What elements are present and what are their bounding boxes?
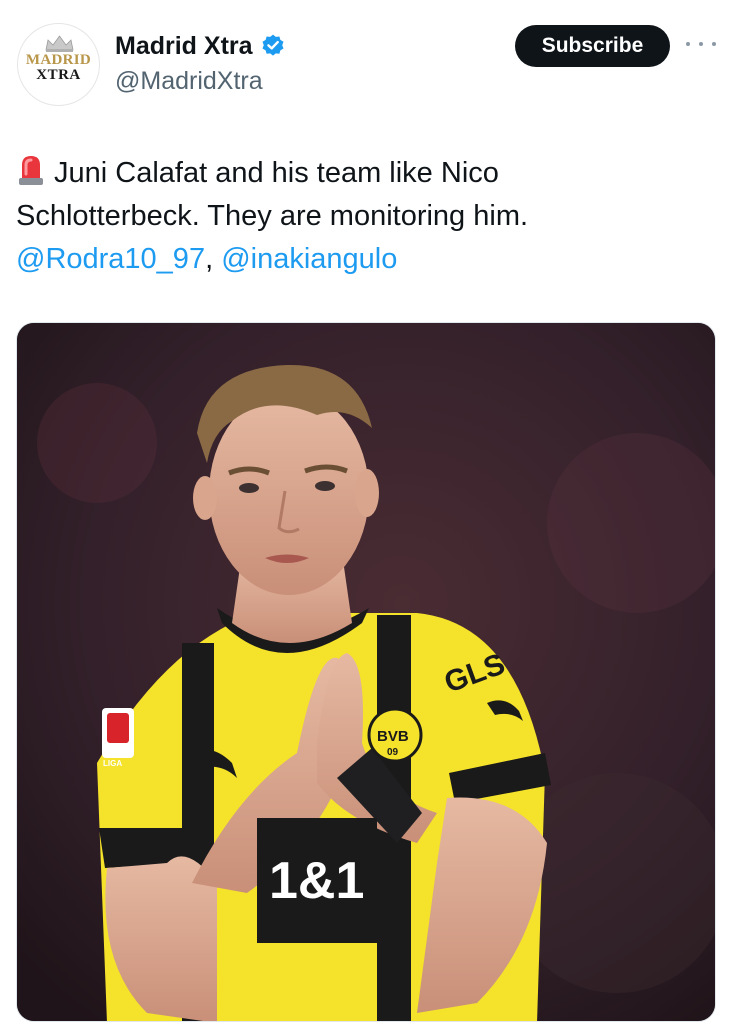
avatar-logo-line-2: XTRA bbox=[36, 67, 81, 83]
police-light-siren-icon bbox=[19, 156, 43, 185]
mention-separator: , bbox=[205, 243, 222, 275]
tweet-line-1: Juni Calafat and his team like Nico bbox=[16, 152, 716, 195]
subscribe-button[interactable]: Subscribe bbox=[515, 25, 670, 67]
tweet-text-line-1: Juni Calafat and his team like Nico bbox=[54, 157, 499, 189]
tweet-photo[interactable]: 1&1 BVB 09 GLS LIGA bbox=[16, 322, 716, 1022]
svg-text:09: 09 bbox=[387, 747, 399, 758]
verified-badge-icon bbox=[262, 34, 284, 56]
svg-text:1&1: 1&1 bbox=[269, 852, 364, 910]
author-display-name[interactable]: Madrid Xtra bbox=[115, 32, 253, 61]
tweet-mentions: @Rodra10_97, @inakiangulo bbox=[16, 238, 716, 281]
tweet-text-line-2: Schlotterbeck. They are monitoring him. bbox=[16, 200, 529, 232]
mention-inakiangulo[interactable]: @inakiangulo bbox=[221, 243, 397, 275]
tweet-text: Juni Calafat and his team like Nico Schl… bbox=[16, 152, 716, 281]
svg-text:LIGA: LIGA bbox=[103, 759, 122, 768]
svg-text:BVB: BVB bbox=[377, 728, 409, 745]
footballer-photo-illustration: 1&1 BVB 09 GLS LIGA bbox=[17, 323, 715, 1021]
more-options-icon[interactable] bbox=[686, 32, 716, 56]
author-avatar[interactable]: MADRID XTRA bbox=[17, 23, 100, 106]
author-handle[interactable]: @MadridXtra bbox=[115, 67, 263, 96]
mention-rodra[interactable]: @Rodra10_97 bbox=[16, 243, 205, 275]
author-name-row[interactable]: Madrid Xtra bbox=[115, 30, 286, 62]
